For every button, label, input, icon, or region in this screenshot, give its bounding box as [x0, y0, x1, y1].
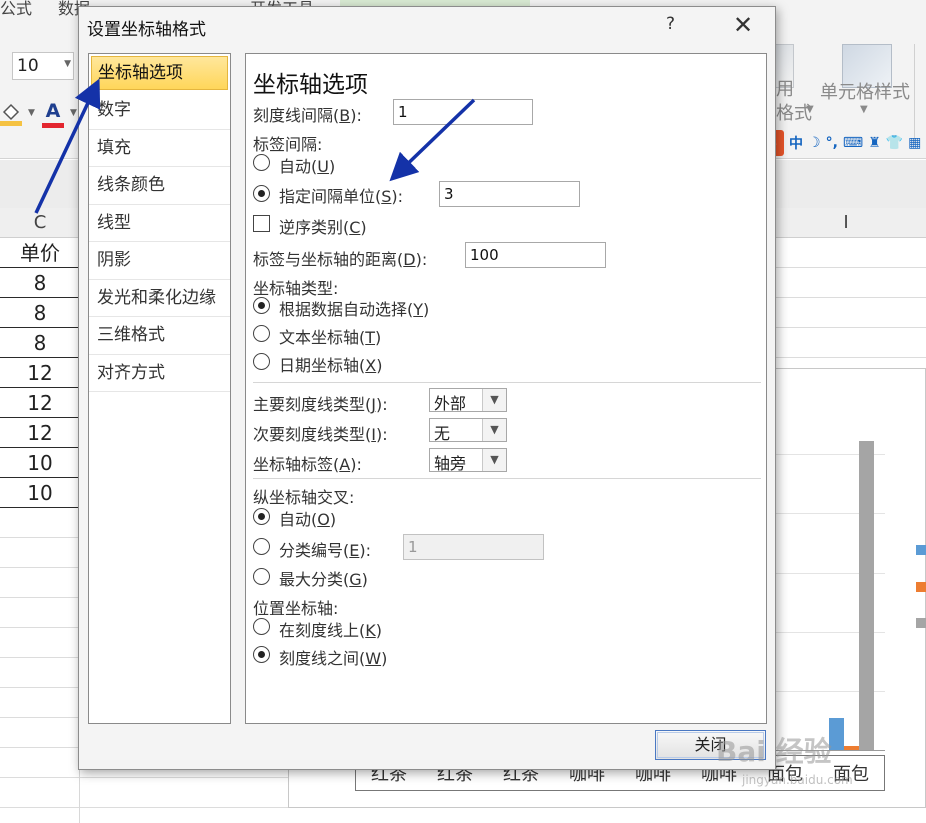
- major-tick-select[interactable]: 外部 ▼: [429, 388, 507, 413]
- label-interval-auto-label[interactable]: 自动(U): [279, 153, 335, 177]
- moon-icon[interactable]: ☽: [808, 135, 821, 151]
- font-color-swatch: [42, 123, 64, 128]
- chevron-down-icon: ▼: [482, 449, 506, 471]
- axis-options-panel: 坐标轴选项 刻度线间隔(B): 1 标签间隔: 自动(U) 指定间隔单位(S):…: [245, 53, 767, 724]
- price-cell[interactable]: 10: [0, 448, 80, 478]
- baidu-watermark-url: jingyan.baidu.com: [742, 773, 853, 787]
- punctuation-icon[interactable]: °,: [826, 135, 838, 151]
- chevron-down-icon[interactable]: ▼: [28, 108, 35, 118]
- format-as-table-label[interactable]: 用 格式: [776, 78, 812, 126]
- keyboard-icon[interactable]: ⌨: [843, 135, 863, 151]
- column-header-i[interactable]: I: [793, 208, 899, 238]
- axis-type-text-label[interactable]: 文本坐标轴(T): [279, 324, 381, 348]
- label-interval-specify-radio[interactable]: [253, 185, 270, 202]
- ime-language[interactable]: 中: [789, 133, 803, 153]
- axis-position-between-radio[interactable]: [253, 646, 270, 663]
- grid-icon[interactable]: ▦: [908, 135, 921, 151]
- nav-item-fill[interactable]: 填充: [89, 130, 230, 167]
- price-cell[interactable]: 10: [0, 478, 80, 508]
- minor-tick-label: 次要刻度线类型(I):: [253, 425, 388, 444]
- price-cell[interactable]: 12: [0, 358, 80, 388]
- minor-tick-select[interactable]: 无 ▼: [429, 418, 507, 443]
- axis-type-date-radio[interactable]: [253, 353, 270, 370]
- font-color-icon[interactable]: A: [42, 100, 64, 122]
- shirt-icon[interactable]: 👕: [886, 135, 903, 151]
- ribbon-divider: [914, 44, 915, 144]
- fill-color-icon[interactable]: [0, 102, 22, 126]
- nav-item-alignment[interactable]: 对齐方式: [89, 355, 230, 392]
- category-nav: 坐标轴选项 数字 填充 线条颜色 线型 阴影 发光和柔化边缘 三维格式 对齐方式: [88, 53, 231, 724]
- nav-item-axis-options[interactable]: 坐标轴选项: [91, 56, 228, 90]
- legend-swatch[interactable]: [916, 618, 926, 628]
- nav-item-number[interactable]: 数字: [89, 92, 230, 130]
- label-distance-input[interactable]: 100: [465, 242, 606, 268]
- dialog-title: 设置坐标轴格式: [87, 20, 206, 40]
- vertical-cross-auto-label[interactable]: 自动(O): [279, 506, 336, 530]
- axis-position-on-tick-radio[interactable]: [253, 618, 270, 635]
- axis-type-date-label[interactable]: 日期坐标轴(X): [279, 352, 382, 376]
- baidu-watermark: Bai 经验: [716, 735, 832, 768]
- label-interval-label: 标签间隔:: [253, 135, 323, 154]
- chevron-down-icon: ▼: [482, 389, 506, 411]
- nav-item-line-style[interactable]: 线型: [89, 205, 230, 242]
- font-size-combo[interactable]: 10 ▼: [12, 52, 74, 80]
- price-cell[interactable]: 8: [0, 328, 80, 358]
- price-column: 单价 8 8 8 12 12 12 10 10: [0, 238, 80, 508]
- chart-bar[interactable]: [859, 441, 875, 750]
- vertical-cross-category-radio[interactable]: [253, 538, 270, 555]
- axis-labels-label: 坐标轴标签(A):: [253, 455, 362, 474]
- nav-item-shadow[interactable]: 阴影: [89, 242, 230, 280]
- price-cell[interactable]: 12: [0, 388, 80, 418]
- axis-type-text-radio[interactable]: [253, 325, 270, 342]
- reverse-categories-label[interactable]: 逆序类别(C): [279, 214, 367, 238]
- help-icon[interactable]: ?: [666, 14, 675, 34]
- section-divider: [253, 382, 761, 383]
- section-divider: [253, 478, 761, 479]
- chevron-down-icon[interactable]: ▼: [860, 104, 868, 115]
- label-distance-label: 标签与坐标轴的距离(D):: [253, 250, 428, 269]
- label-interval-specify-label[interactable]: 指定间隔单位(S):: [279, 183, 403, 207]
- format-axis-dialog: 设置坐标轴格式 ? ✕ 坐标轴选项 数字 填充 线条颜色 线型 阴影 发光和柔化…: [78, 6, 776, 770]
- price-header-cell[interactable]: 单价: [0, 238, 80, 268]
- major-tick-label: 主要刻度线类型(J):: [253, 395, 388, 414]
- tick-interval-input[interactable]: 1: [393, 99, 533, 125]
- price-cell[interactable]: 8: [0, 268, 80, 298]
- legend-swatch[interactable]: [916, 582, 926, 592]
- axis-position-label: 位置坐标轴:: [253, 599, 339, 618]
- axis-labels-select[interactable]: 轴旁 ▼: [429, 448, 507, 473]
- column-header-c[interactable]: C: [0, 208, 80, 238]
- reverse-categories-checkbox[interactable]: [253, 215, 270, 232]
- tick-interval-label: 刻度线间隔(B):: [253, 106, 362, 125]
- axis-type-auto-label[interactable]: 根据数据自动选择(Y): [279, 296, 429, 320]
- chart-bar[interactable]: [829, 718, 845, 750]
- nav-item-glow-soft-edges[interactable]: 发光和柔化边缘: [89, 280, 230, 317]
- axis-position-between-label[interactable]: 刻度线之间(W): [279, 645, 387, 669]
- axis-type-auto-radio[interactable]: [253, 297, 270, 314]
- font-size-value: 10: [17, 56, 39, 76]
- nav-item-line-color[interactable]: 线条颜色: [89, 167, 230, 205]
- vertical-cross-auto-radio[interactable]: [253, 508, 270, 525]
- ime-toolbar[interactable]: S 中 ☽ °, ⌨ ♜ 👕 ▦: [758, 130, 926, 156]
- vertical-cross-max-label[interactable]: 最大分类(G): [279, 566, 368, 590]
- label-interval-auto-radio[interactable]: [253, 154, 270, 171]
- chevron-down-icon[interactable]: ▼: [806, 104, 814, 115]
- vertical-cross-max-radio[interactable]: [253, 568, 270, 585]
- price-cell[interactable]: 12: [0, 418, 80, 448]
- chevron-down-icon[interactable]: ▼: [70, 108, 77, 118]
- chevron-down-icon: ▼: [64, 59, 71, 69]
- category-number-input[interactable]: 1: [403, 534, 544, 560]
- label-interval-unit-input[interactable]: 3: [439, 181, 580, 207]
- close-icon[interactable]: ✕: [725, 7, 761, 43]
- axis-position-on-tick-label[interactable]: 在刻度线上(K): [279, 617, 382, 641]
- chevron-down-icon: ▼: [482, 419, 506, 441]
- price-cell[interactable]: 8: [0, 298, 80, 328]
- skin-icon[interactable]: ♜: [868, 135, 881, 151]
- panel-title: 坐标轴选项: [253, 72, 368, 98]
- vertical-cross-category-label[interactable]: 分类编号(E):: [279, 537, 371, 561]
- legend-swatch[interactable]: [916, 545, 926, 555]
- vertical-cross-label: 纵坐标轴交叉:: [253, 488, 355, 507]
- cell-style-label[interactable]: 单元格样式: [820, 78, 910, 104]
- nav-item-3d-format[interactable]: 三维格式: [89, 317, 230, 355]
